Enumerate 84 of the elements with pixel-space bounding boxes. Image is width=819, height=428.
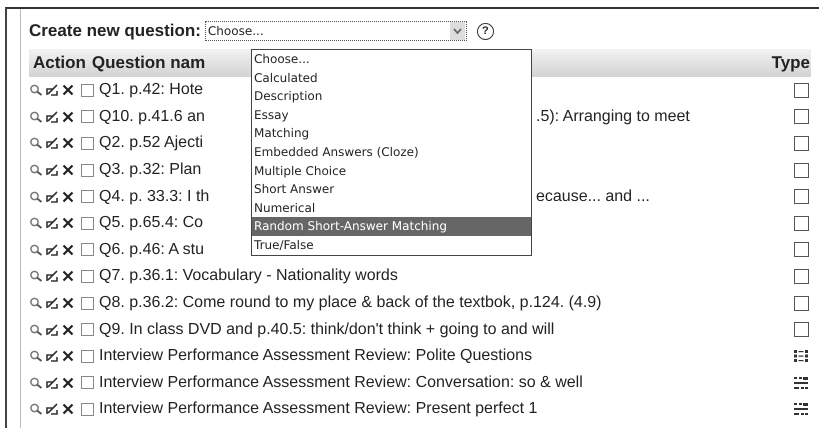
delete-icon[interactable]: [61, 190, 75, 204]
checkbox[interactable]: [81, 323, 94, 336]
delete-icon[interactable]: [61, 269, 75, 284]
delete-icon[interactable]: [61, 136, 75, 150]
edit-icon[interactable]: [45, 190, 59, 204]
checkbox[interactable]: [81, 243, 94, 256]
checkbox[interactable]: [81, 164, 94, 177]
dropdown-option[interactable]: Choose...: [252, 50, 531, 69]
preview-icon[interactable]: [29, 83, 43, 98]
question-name: Q10. p.41.6 an: [99, 108, 206, 126]
question-name: Q1. p.42: Hote: [99, 81, 204, 100]
checkbox[interactable]: [81, 110, 94, 124]
preview-icon[interactable]: [29, 242, 43, 257]
question-name: Interview Performance Assessment Review: Conversation: so & well: [99, 374, 584, 392]
edit-icon[interactable]: [45, 163, 59, 178]
delete-icon[interactable]: [61, 216, 75, 230]
preview-icon[interactable]: [29, 376, 43, 390]
delete-icon[interactable]: [61, 402, 75, 416]
question-name: Q4. p. 33.3: I th: [99, 188, 210, 206]
checkbox[interactable]: [81, 402, 94, 416]
checkbox[interactable]: [81, 136, 94, 150]
checkbox[interactable]: [81, 84, 94, 97]
preview-icon[interactable]: [29, 402, 43, 416]
dropdown-option[interactable]: Calculated: [252, 68, 531, 88]
question-name: Interview Performance Assessment Review: Polite Questions: [99, 347, 534, 366]
delete-icon[interactable]: [61, 349, 75, 364]
question-name: .5): Arranging to meet: [536, 108, 690, 126]
edit-icon[interactable]: [45, 402, 59, 416]
question-type-select[interactable]: Choose...: [204, 21, 467, 41]
column-header: Action: [33, 53, 86, 73]
dropdown-option[interactable]: Embedded Answers (Cloze): [252, 142, 531, 162]
question-name: ecause... and ...: [536, 188, 650, 206]
create-question-label: Create new question:: [29, 21, 201, 41]
column-header: Question nam: [92, 53, 206, 73]
edit-icon[interactable]: [45, 296, 59, 310]
question-name: Q8. p.36.2: Come round to my place & back of the textbok, p.124. (4.9): [99, 294, 602, 312]
checkbox[interactable]: [81, 350, 94, 363]
checkbox[interactable]: [81, 296, 94, 310]
edit-icon[interactable]: [45, 269, 59, 284]
delete-icon[interactable]: [61, 242, 75, 257]
dropdown-option[interactable]: Multiple Choice: [252, 162, 531, 180]
delete-icon[interactable]: [61, 163, 75, 178]
edit-icon[interactable]: [45, 376, 59, 390]
preview-icon[interactable]: [29, 322, 43, 337]
preview-icon[interactable]: [29, 216, 43, 230]
dropdown-option[interactable]: Description: [252, 87, 531, 106]
question-name: Q7. p.36.1: Vocabulary - Nationality words: [99, 267, 399, 286]
delete-icon[interactable]: [61, 83, 75, 98]
edit-icon[interactable]: [45, 242, 59, 257]
delete-icon[interactable]: [61, 322, 75, 337]
dropdown-option[interactable]: Matching: [252, 124, 531, 143]
edit-icon[interactable]: [45, 216, 59, 230]
edit-icon[interactable]: [45, 110, 59, 124]
delete-icon[interactable]: [61, 376, 75, 390]
preview-icon[interactable]: [29, 163, 43, 178]
edit-icon[interactable]: [45, 322, 59, 337]
preview-icon[interactable]: [29, 110, 43, 124]
question-name: Q9. In class DVD and p.40.5: think/don't think + going to and will: [99, 320, 556, 339]
checkbox[interactable]: [81, 216, 94, 230]
question-name: Q2. p.52 Ajecti: [99, 134, 204, 152]
preview-icon[interactable]: [29, 136, 43, 150]
dropdown-option[interactable]: Numerical: [252, 198, 531, 218]
dropdown-option[interactable]: Random Short-Answer Matching: [252, 217, 531, 236]
delete-icon[interactable]: [61, 296, 75, 310]
preview-icon[interactable]: [29, 190, 43, 204]
question-name: Interview Performance Assessment Review: Present perfect 1: [99, 400, 538, 418]
question-name: Q3. p.32: Plan: [99, 161, 202, 180]
checkbox[interactable]: [81, 376, 94, 390]
edit-icon[interactable]: [45, 83, 59, 98]
help-icon[interactable]: ?: [476, 22, 494, 40]
dropdown-option[interactable]: Essay: [252, 106, 531, 124]
edit-icon[interactable]: [45, 349, 59, 364]
dropdown-option[interactable]: Short Answer: [252, 180, 531, 199]
dropdown-option[interactable]: True/False: [252, 236, 531, 255]
question-name: Q6. p.46: A stu: [99, 240, 205, 259]
checkbox[interactable]: [81, 190, 94, 204]
checkbox[interactable]: [81, 270, 94, 283]
preview-icon[interactable]: [29, 269, 43, 284]
column-header: Type: [772, 53, 810, 73]
preview-icon[interactable]: [29, 349, 43, 364]
delete-icon[interactable]: [61, 110, 75, 124]
edit-icon[interactable]: [45, 136, 59, 150]
preview-icon[interactable]: [29, 296, 43, 310]
question-name: Q5. p.65.4: Co: [99, 214, 204, 232]
